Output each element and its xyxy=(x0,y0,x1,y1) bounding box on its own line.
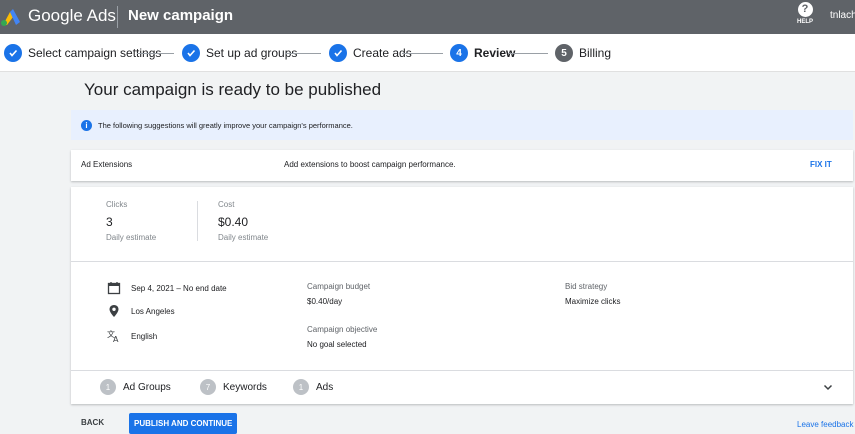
leave-feedback-link[interactable]: Leave feedback xyxy=(797,420,854,429)
back-button[interactable]: BACK xyxy=(75,413,110,433)
stat-sublabel: Daily estimate xyxy=(106,233,157,242)
check-circle-icon xyxy=(329,44,347,62)
bid-strategy-field: Bid strategy Maximize clicks xyxy=(565,282,621,306)
field-label: Bid strategy xyxy=(565,282,608,291)
field-value: Maximize clicks xyxy=(565,297,621,306)
suggestion-description: Add extensions to boost campaign perform… xyxy=(284,160,456,169)
help-label: HELP xyxy=(796,19,813,25)
ad-groups-count[interactable]: 1 Ad Groups xyxy=(100,379,171,395)
review-headline: Your campaign is ready to be published xyxy=(84,80,382,99)
count-label: Ad Groups xyxy=(123,381,171,393)
step-set-up-ad-groups[interactable]: Set up ad groups xyxy=(182,44,297,62)
check-circle-icon xyxy=(4,44,22,62)
calendar-icon xyxy=(107,282,121,295)
cost-stat: Cost $0.40 Daily estimate xyxy=(218,200,268,242)
help-icon: ? xyxy=(797,2,813,17)
count-label: Ads xyxy=(316,381,334,393)
location-detail: Los Angeles xyxy=(107,304,175,318)
schedule-text: Sep 4, 2021 – No end date xyxy=(131,283,227,293)
language-detail: 文 A English xyxy=(107,329,157,343)
count-badge: 1 xyxy=(100,379,116,395)
schedule-detail: Sep 4, 2021 – No end date xyxy=(107,281,227,295)
fix-it-button[interactable]: FIX IT xyxy=(810,160,832,169)
step-review[interactable]: 4 Review xyxy=(450,44,515,62)
chevron-down-icon[interactable] xyxy=(823,382,833,392)
translate-icon: 文 A xyxy=(107,329,119,343)
keywords-count[interactable]: 7 Keywords xyxy=(200,379,267,395)
help-button[interactable]: ? HELP xyxy=(791,2,819,32)
page-title: New campaign xyxy=(128,7,234,24)
suggestion-banner: i The following suggestions will greatly… xyxy=(71,110,853,140)
field-value: No goal selected xyxy=(307,340,367,349)
campaign-summary-card: Clicks 3 Daily estimate Cost $0.40 Daily… xyxy=(71,187,853,404)
stat-value: 3 xyxy=(106,215,113,229)
progress-stepper: Select campaign settings Set up ad group… xyxy=(0,34,855,72)
campaign-budget-field: Campaign budget $0.40/day xyxy=(307,282,370,306)
info-icon: i xyxy=(81,120,92,131)
stat-sublabel: Daily estimate xyxy=(218,233,269,242)
top-app-bar: Google Ads New campaign ? HELP tnlachi xyxy=(0,0,855,34)
step-create-ads[interactable]: Create ads xyxy=(329,44,412,62)
publish-and-continue-button[interactable]: PUBLISH AND CONTINUE xyxy=(129,413,238,434)
brand-name: Google Ads xyxy=(28,6,116,25)
field-label: Campaign budget xyxy=(307,282,371,291)
account-name[interactable]: tnlachi xyxy=(830,10,855,21)
header-divider xyxy=(117,6,118,28)
ad-extensions-suggestion: Ad Extensions Add extensions to boost ca… xyxy=(71,150,853,181)
step-connector xyxy=(285,53,321,54)
count-label: Keywords xyxy=(223,381,267,393)
field-value: $0.40/day xyxy=(307,297,343,306)
ads-count[interactable]: 1 Ads xyxy=(293,379,333,395)
location-text: Los Angeles xyxy=(131,306,175,316)
step-billing[interactable]: 5 Billing xyxy=(555,44,611,62)
count-badge: 7 xyxy=(200,379,216,395)
step-connector xyxy=(402,53,443,54)
card-divider xyxy=(71,261,853,262)
svg-text:A: A xyxy=(113,335,119,343)
stat-label: Clicks xyxy=(106,200,128,209)
banner-text: The following suggestions will greatly i… xyxy=(98,121,353,130)
language-text: English xyxy=(131,331,158,341)
stat-divider xyxy=(197,201,198,241)
location-pin-icon xyxy=(109,305,119,317)
field-label: Campaign objective xyxy=(307,325,378,334)
stat-label: Cost xyxy=(218,200,235,209)
step-number-badge: 5 xyxy=(555,44,573,62)
clicks-stat: Clicks 3 Daily estimate xyxy=(106,200,156,242)
count-badge: 1 xyxy=(293,379,309,395)
step-connector xyxy=(508,53,548,54)
step-label: Billing xyxy=(579,46,612,60)
google-ads-logo-icon xyxy=(1,9,20,26)
step-label: Set up ad groups xyxy=(206,46,298,60)
suggestion-name: Ad Extensions xyxy=(81,160,133,169)
campaign-objective-field: Campaign objective No goal selected xyxy=(307,325,377,349)
card-divider xyxy=(71,370,853,371)
stat-value: $0.40 xyxy=(218,215,249,229)
step-number-badge: 4 xyxy=(450,44,468,62)
check-circle-icon xyxy=(182,44,200,62)
step-connector xyxy=(137,53,174,54)
